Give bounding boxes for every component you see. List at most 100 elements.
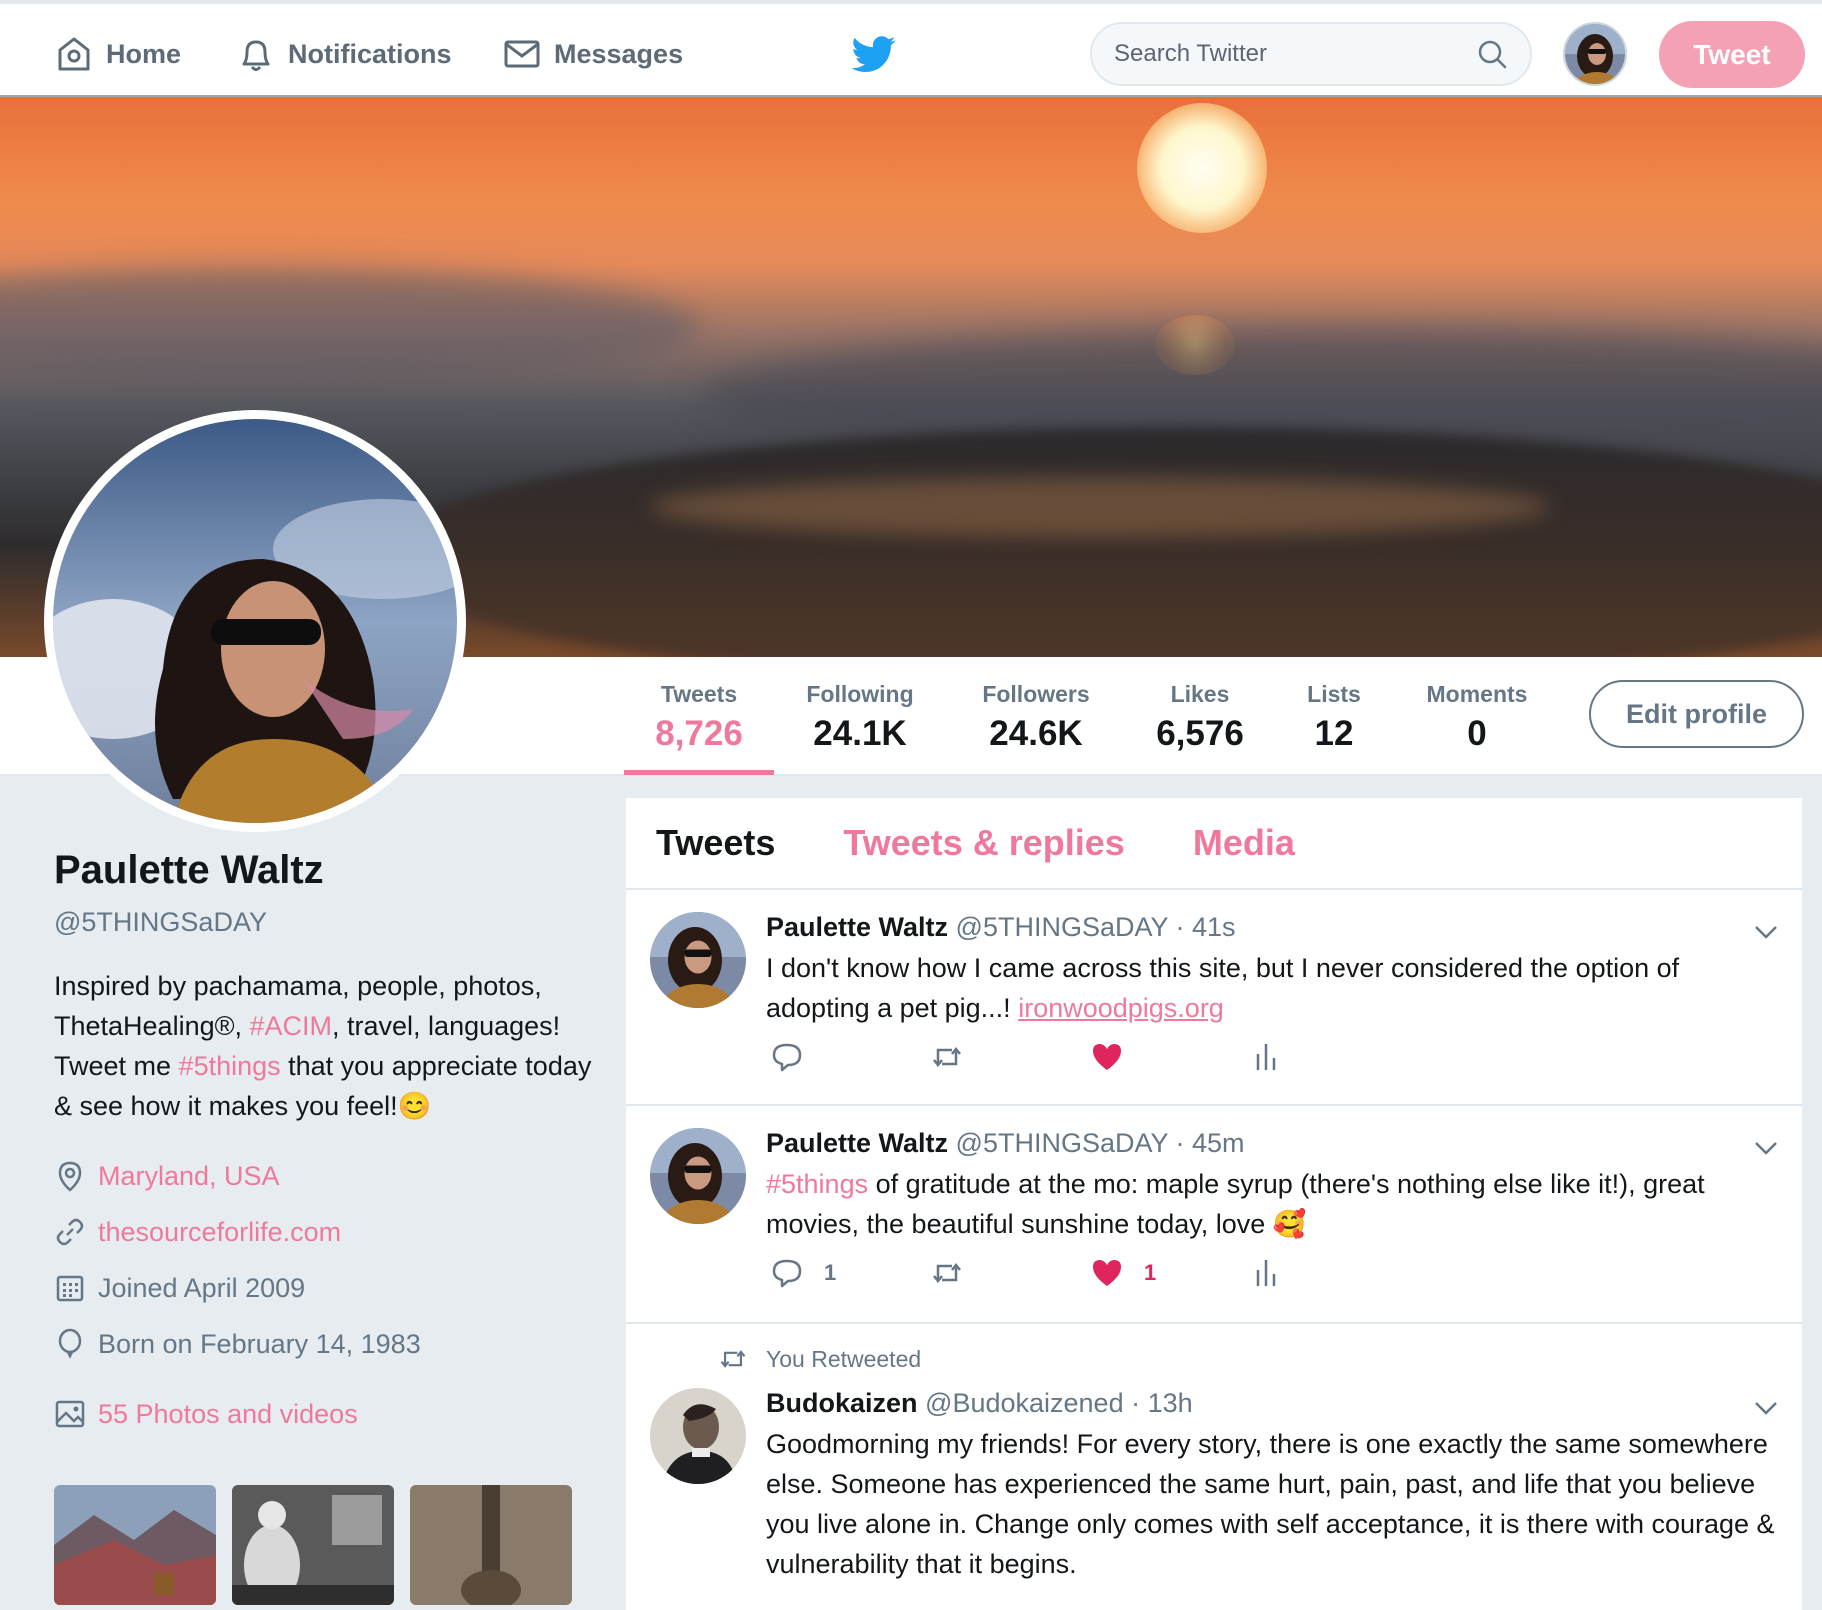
tweet[interactable]: Paulette Waltz @5THINGSaDAY · 41s I don'…: [626, 890, 1802, 1106]
tweet-link[interactable]: ironwoodpigs.org: [1018, 993, 1224, 1023]
profile-birthday: Born on February 14, 1983: [54, 1316, 594, 1372]
nav-home-label: Home: [106, 38, 182, 69]
stat-value: 24.6K: [989, 714, 1083, 753]
retweet-action[interactable]: [930, 1040, 1090, 1074]
hashtag-link[interactable]: #5things: [766, 1169, 868, 1199]
profile-sidebar: Paulette Waltz @5THINGSaDAY Inspired by …: [54, 848, 594, 1442]
tweet[interactable]: You Retweeted Budokaizen @Budokaizened ·…: [626, 1324, 1802, 1610]
profile-avatar-image: [53, 419, 457, 823]
tab-media[interactable]: Media: [1193, 822, 1295, 864]
tweet-button[interactable]: Tweet: [1659, 21, 1805, 88]
tweet-body: of gratitude at the mo: maple syrup (the…: [766, 1169, 1705, 1239]
bar-chart-icon: [1256, 1044, 1276, 1070]
website-link[interactable]: thesourceforlife.com: [98, 1217, 341, 1248]
stat-followers[interactable]: Followers 24.6K: [972, 681, 1100, 754]
like-action[interactable]: 1: [1090, 1256, 1250, 1290]
avatar-image: [650, 912, 746, 1008]
photo-thumbnail[interactable]: [232, 1485, 394, 1605]
reply-action[interactable]: [770, 1040, 930, 1074]
stat-label: Moments: [1426, 681, 1528, 707]
heart-filled-icon: [1093, 1044, 1121, 1070]
nav-notifications-label: Notifications: [288, 38, 452, 69]
tab-tweets[interactable]: Tweets: [656, 822, 775, 864]
tweet-timestamp[interactable]: · 13h: [1131, 1388, 1193, 1418]
profile-joined: Joined April 2009: [54, 1260, 594, 1316]
tweet-author-handle[interactable]: @5THINGSaDAY: [956, 912, 1168, 942]
tweet-timestamp[interactable]: · 41s: [1176, 912, 1236, 942]
chevron-down-icon[interactable]: [1752, 1394, 1780, 1422]
reply-count: 1: [824, 1260, 837, 1285]
profile-website: thesourceforlife.com: [54, 1204, 594, 1260]
photo-thumbnail[interactable]: [54, 1485, 216, 1605]
stat-likes[interactable]: Likes 6,576: [1150, 681, 1250, 754]
analytics-action[interactable]: [1250, 1040, 1410, 1074]
retweet-icon: [933, 1046, 961, 1068]
nav-home[interactable]: Home: [54, 32, 181, 76]
location-link[interactable]: Maryland, USA: [98, 1161, 280, 1192]
heart-filled-icon: [1093, 1260, 1121, 1286]
reply-action[interactable]: 1: [770, 1256, 930, 1290]
photo-thumbnail[interactable]: [410, 1485, 572, 1605]
twitter-bird-icon[interactable]: [852, 32, 896, 76]
chevron-down-icon[interactable]: [1752, 1134, 1780, 1162]
nav-messages[interactable]: Messages: [502, 32, 683, 76]
profile-avatar[interactable]: [44, 410, 466, 832]
search-box[interactable]: [1090, 22, 1532, 86]
tweet-author-name[interactable]: Paulette Waltz: [766, 912, 948, 942]
smiling-emoji: 😊: [397, 1091, 432, 1121]
retweet-action[interactable]: [930, 1256, 1090, 1290]
tweet-text: #5things of gratitude at the mo: maple s…: [766, 1164, 1776, 1244]
tweet[interactable]: Paulette Waltz @5THINGSaDAY · 45m #5thin…: [626, 1106, 1802, 1324]
search-input[interactable]: [1114, 40, 1476, 68]
edit-profile-button[interactable]: Edit profile: [1589, 680, 1804, 748]
envelope-icon: [504, 40, 540, 68]
tweet-author-handle[interactable]: @Budokaizened: [925, 1388, 1124, 1418]
home-icon: [58, 37, 90, 71]
profile-name: Paulette Waltz: [54, 848, 324, 892]
chevron-down-icon[interactable]: [1752, 918, 1780, 946]
account-avatar[interactable]: [1563, 22, 1627, 86]
stat-lists[interactable]: Lists 12: [1296, 681, 1372, 754]
stat-label: Likes: [1170, 681, 1230, 707]
tweet-author-name[interactable]: Budokaizen: [766, 1388, 918, 1418]
photos-and-videos-label[interactable]: 55 Photos and videos: [98, 1399, 358, 1430]
tweet-author-handle[interactable]: @5THINGSaDAY: [956, 1128, 1168, 1158]
tweet-timestamp[interactable]: · 45m: [1176, 1128, 1245, 1158]
avatar-image: [650, 1128, 746, 1224]
photo-thumbnails: [54, 1485, 572, 1605]
smiling-hearts-emoji: 🥰: [1272, 1209, 1307, 1239]
birthday-text: Born on February 14, 1983: [98, 1328, 421, 1359]
tweet-avatar[interactable]: [650, 1388, 746, 1484]
stat-value: 24.1K: [813, 714, 907, 753]
tweet-avatar[interactable]: [650, 912, 746, 1008]
stat-label: Following: [806, 681, 914, 707]
tab-tweets-and-replies[interactable]: Tweets & replies: [843, 822, 1124, 864]
stat-label: Tweets: [660, 681, 738, 707]
retweet-context-label: You Retweeted: [766, 1345, 922, 1372]
stat-following[interactable]: Following 24.1K: [797, 681, 923, 754]
reply-icon: [772, 1259, 802, 1288]
joined-text: Joined April 2009: [98, 1272, 306, 1303]
nav-notifications[interactable]: Notifications: [236, 32, 452, 76]
analytics-action[interactable]: [1250, 1256, 1410, 1290]
timeline-tabs: Tweets Tweets & replies Media: [626, 798, 1802, 890]
stat-moments[interactable]: Moments 0: [1418, 681, 1536, 754]
stat-tweets[interactable]: Tweets 8,726: [644, 681, 754, 754]
profile-bio: Inspired by pachamama, people, photos, T…: [54, 966, 594, 1126]
tweet-author-name[interactable]: Paulette Waltz: [766, 1128, 948, 1158]
retweet-context: You Retweeted: [718, 1344, 921, 1374]
bell-icon: [242, 40, 270, 71]
hashtag-link[interactable]: #ACIM: [250, 1011, 333, 1041]
tweet-header: Paulette Waltz @5THINGSaDAY · 41s: [766, 912, 1236, 943]
search-icon[interactable]: [1476, 38, 1508, 70]
like-action[interactable]: [1090, 1040, 1250, 1074]
banner-wave: [380, 427, 1822, 657]
reply-icon: [772, 1043, 802, 1072]
banner-wave-highlight: [650, 477, 1550, 537]
banner-wave: [0, 267, 700, 387]
hashtag-link[interactable]: #5things: [179, 1051, 281, 1081]
tweet-avatar[interactable]: [650, 1128, 746, 1224]
bar-chart-icon: [1256, 1260, 1276, 1286]
thumbnail-mountain-image: [54, 1485, 216, 1605]
photos-and-videos-link[interactable]: 55 Photos and videos: [54, 1386, 594, 1442]
